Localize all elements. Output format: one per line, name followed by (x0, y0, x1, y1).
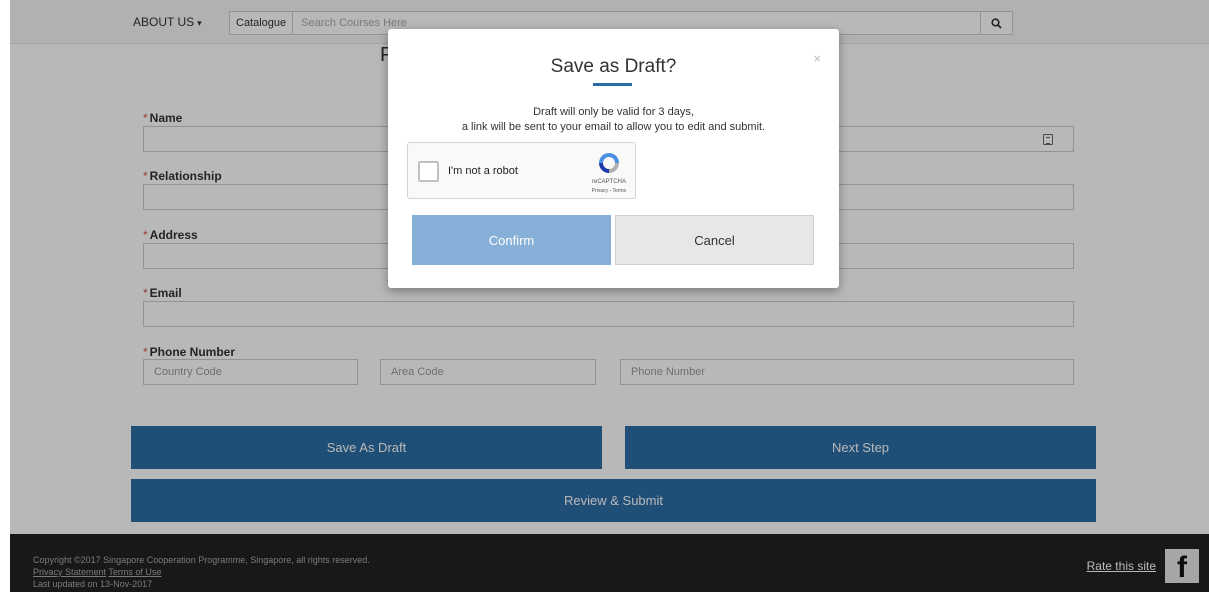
recaptcha-privacy-terms[interactable]: Privacy - Terms (592, 188, 626, 194)
modal-description: Draft will only be valid for 3 days, a l… (388, 105, 839, 135)
recaptcha-widget: I'm not a robot reCAPTCHA Privacy - Term… (407, 142, 636, 199)
recaptcha-logo-icon (594, 150, 624, 179)
save-draft-modal: × Save as Draft? Draft will only be vali… (388, 29, 839, 288)
modal-description-line1: Draft will only be valid for 3 days, (533, 106, 694, 118)
recaptcha-brand: reCAPTCHA (591, 179, 626, 185)
recaptcha-label: I'm not a robot (448, 165, 518, 177)
modal-description-line2: a link will be sent to your email to all… (461, 121, 766, 133)
title-underline (593, 83, 632, 86)
modal-title: Save as Draft? (550, 56, 677, 77)
cancel-button[interactable]: Cancel (615, 215, 814, 265)
page-frame: ABOUT US▾ Catalogue P *Name *Relationshi… (10, 0, 1209, 592)
recaptcha-checkbox[interactable] (418, 161, 439, 182)
confirm-button[interactable]: Confirm (412, 215, 611, 265)
